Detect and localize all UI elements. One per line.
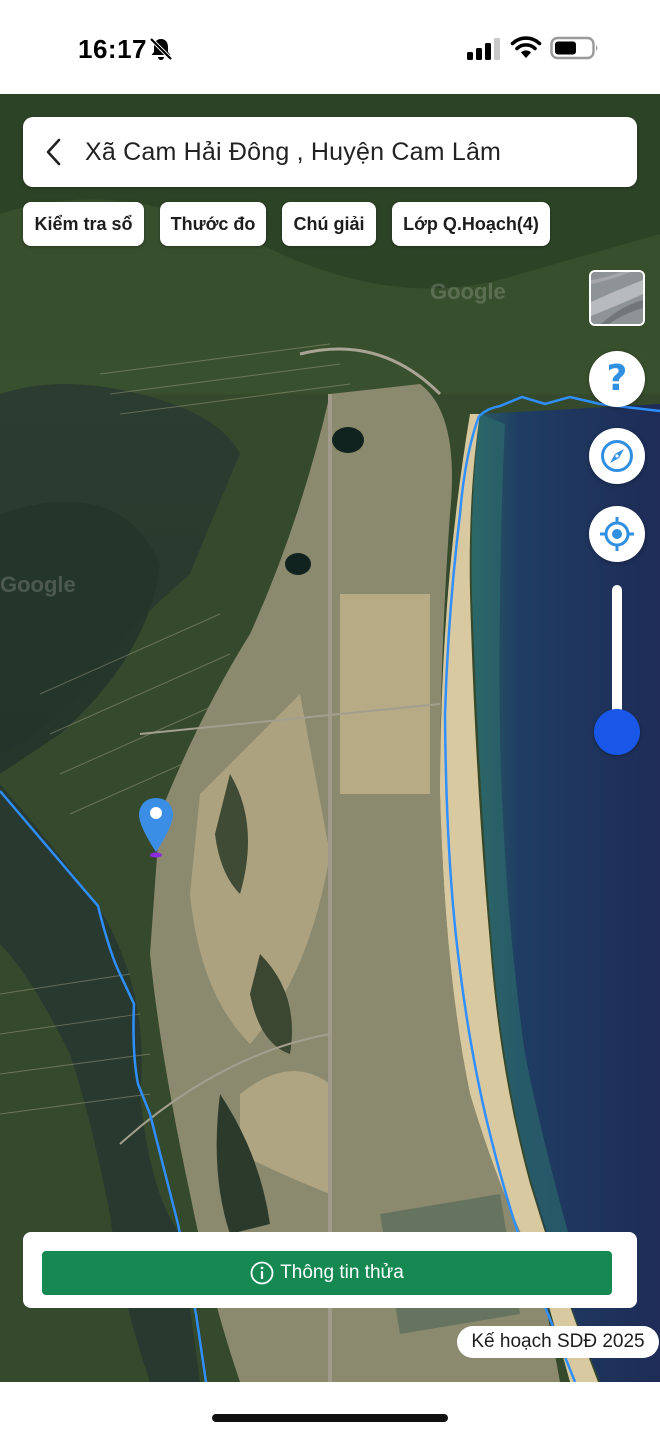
- map-pin-icon[interactable]: [137, 796, 175, 860]
- map-watermark: Google: [0, 572, 76, 597]
- bell-off-icon: [149, 37, 173, 61]
- map-layer-icon: [591, 272, 643, 324]
- map-imagery: [0, 94, 660, 1382]
- chevron-left-icon: [46, 138, 61, 166]
- home-area: [0, 1382, 660, 1434]
- wifi-icon: [510, 36, 542, 58]
- cellular-signal-icon: [467, 38, 500, 60]
- map-watermark: Google: [430, 279, 506, 304]
- check-book-chip[interactable]: Kiểm tra sổ: [23, 202, 144, 246]
- parcel-info-label: Thông tin thửa: [280, 1262, 404, 1283]
- screen: 16:17 Google Google Xã Cam Hải Đông , Hu…: [0, 0, 660, 1434]
- locate-crosshair-icon: [600, 517, 634, 551]
- home-indicator[interactable]: [212, 1414, 448, 1422]
- battery-icon: [550, 36, 598, 60]
- compass-icon: [601, 440, 633, 472]
- satellite-map[interactable]: Google Google: [0, 94, 660, 1382]
- status-time: 16:17: [78, 34, 147, 64]
- compass-button[interactable]: [589, 428, 645, 484]
- location-title: Xã Cam Hải Đông , Huyện Cam Lâm: [85, 137, 502, 166]
- help-button[interactable]: ?: [589, 351, 645, 407]
- parcel-info-button[interactable]: Thông tin thửa: [42, 1251, 612, 1295]
- legend-chip[interactable]: Chú giải: [282, 202, 376, 246]
- parcel-info-panel: Thông tin thửa: [23, 1232, 637, 1308]
- help-icon: ?: [606, 358, 628, 399]
- status-bar: 16:17: [0, 0, 660, 94]
- location-header: Xã Cam Hải Đông , Huyện Cam Lâm: [23, 117, 637, 187]
- plan-year-badge: Kế hoạch SDĐ 2025: [457, 1326, 659, 1358]
- measure-chip[interactable]: Thước đo: [160, 202, 266, 246]
- my-location-button[interactable]: [589, 506, 645, 562]
- map-layer-button[interactable]: [589, 270, 645, 326]
- back-button[interactable]: [23, 117, 85, 187]
- info-icon: [250, 1261, 274, 1285]
- opacity-slider-thumb[interactable]: [594, 709, 640, 755]
- planning-layers-chip[interactable]: Lớp Q.Hoạch(4): [392, 202, 550, 246]
